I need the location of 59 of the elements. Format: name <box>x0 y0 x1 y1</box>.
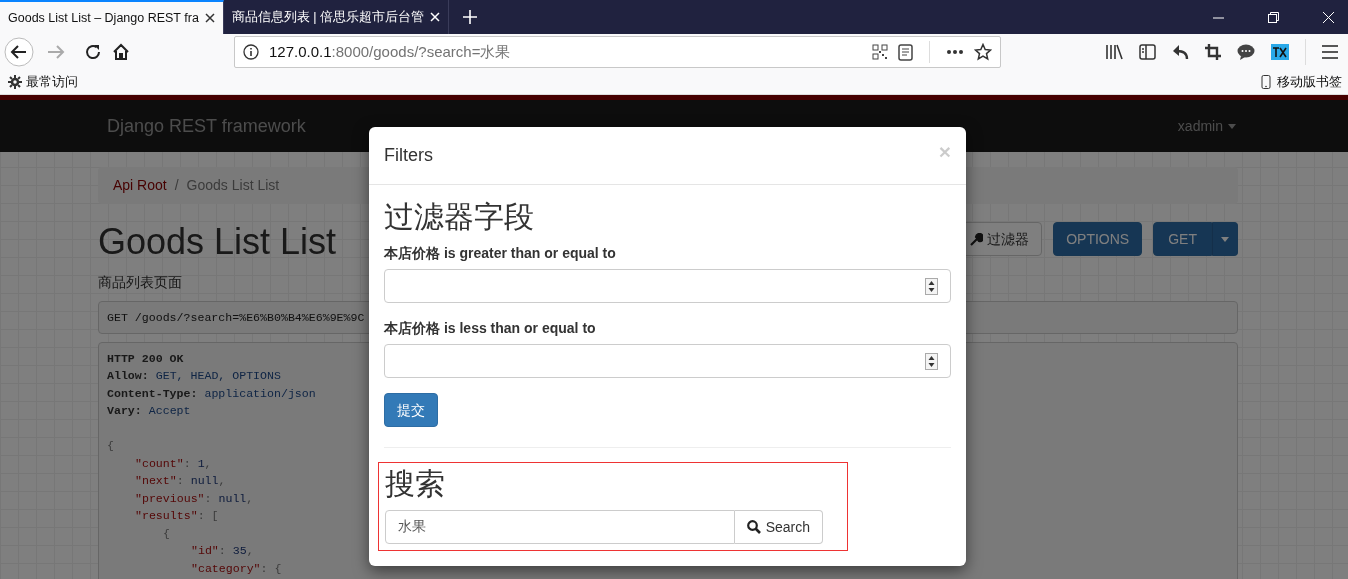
crop-icon[interactable] <box>1205 44 1221 60</box>
more-icon[interactable] <box>946 49 964 55</box>
breadcrumb-item[interactable]: Api Root <box>113 175 167 196</box>
code-line: "id": 35, <box>191 543 254 560</box>
page-description: 商品列表页面 <box>98 272 183 292</box>
code-line: "results": [ <box>135 508 219 525</box>
extension-icon[interactable] <box>1271 44 1289 60</box>
code-line: { <box>163 525 170 542</box>
library-icon[interactable] <box>1105 44 1123 60</box>
field-label: 本店价格 is greater than or equal to <box>384 244 616 263</box>
dropdown-toggle-button[interactable] <box>1212 222 1238 256</box>
code-line: "category": { <box>191 560 282 577</box>
section-heading: 过滤器字段 <box>384 200 535 233</box>
code-line: HTTP 200 OK <box>107 350 184 367</box>
gear-icon <box>8 75 22 89</box>
get-button[interactable]: GET <box>1153 222 1212 256</box>
code-line: Vary: Accept <box>107 403 191 420</box>
number-field[interactable] <box>384 269 951 303</box>
breadcrumb-separator: / <box>174 176 179 195</box>
menu-icon[interactable] <box>1322 45 1338 59</box>
back-icon[interactable] <box>4 37 34 67</box>
number-field[interactable] <box>384 344 951 378</box>
undo-icon[interactable] <box>1172 44 1189 60</box>
sidebar-icon[interactable] <box>1139 44 1156 60</box>
reader-icon[interactable] <box>898 43 913 61</box>
caret-icon <box>1221 236 1229 242</box>
submit-button[interactable]: 提交 <box>384 393 438 427</box>
bookmark-item[interactable]: 移动版书签 <box>1259 72 1342 92</box>
plus-icon[interactable] <box>463 10 478 24</box>
url-text: 127.0.0.1:8000/goods/?search=水果 <box>269 41 512 62</box>
close-icon[interactable] <box>204 13 215 23</box>
breadcrumb-item: Goods List List <box>186 176 280 195</box>
qr-code-icon[interactable] <box>872 44 888 60</box>
page-title: Goods List List <box>98 222 337 262</box>
dialog-title: Filters <box>384 144 433 167</box>
section-heading: 搜索 <box>385 467 446 500</box>
address-bar[interactable]: 127.0.0.1:8000/goods/?search=水果 <box>234 36 1001 68</box>
options-button[interactable]: OPTIONS <box>1053 222 1143 256</box>
code-line: "previous": null, <box>135 490 254 507</box>
spinner-icon[interactable] <box>925 352 938 370</box>
code-line: Content-Type: application/json <box>107 385 316 402</box>
code-line: "count": 1, <box>135 455 212 472</box>
search-button[interactable]: Search <box>734 510 823 544</box>
phone-icon <box>1259 75 1273 89</box>
bookmark-item[interactable]: 最常访问 <box>8 72 78 92</box>
code-line: Allow: GET, HEAD, OPTIONS <box>107 368 281 385</box>
code-line: { <box>107 438 114 455</box>
chat-icon[interactable] <box>1237 44 1255 60</box>
search-field[interactable]: 水果 <box>385 510 735 544</box>
search-icon <box>746 520 761 534</box>
restore-icon[interactable] <box>1268 11 1279 23</box>
caret-icon <box>1228 123 1236 129</box>
code-line: "next": null, <box>135 473 226 490</box>
reload-icon[interactable] <box>84 43 102 61</box>
star-icon[interactable] <box>974 43 992 61</box>
browser-tab[interactable]: Goods List List – Django REST fra <box>0 0 224 34</box>
info-icon <box>243 44 259 60</box>
spinner-icon[interactable] <box>925 277 938 295</box>
home-icon[interactable] <box>112 43 130 61</box>
